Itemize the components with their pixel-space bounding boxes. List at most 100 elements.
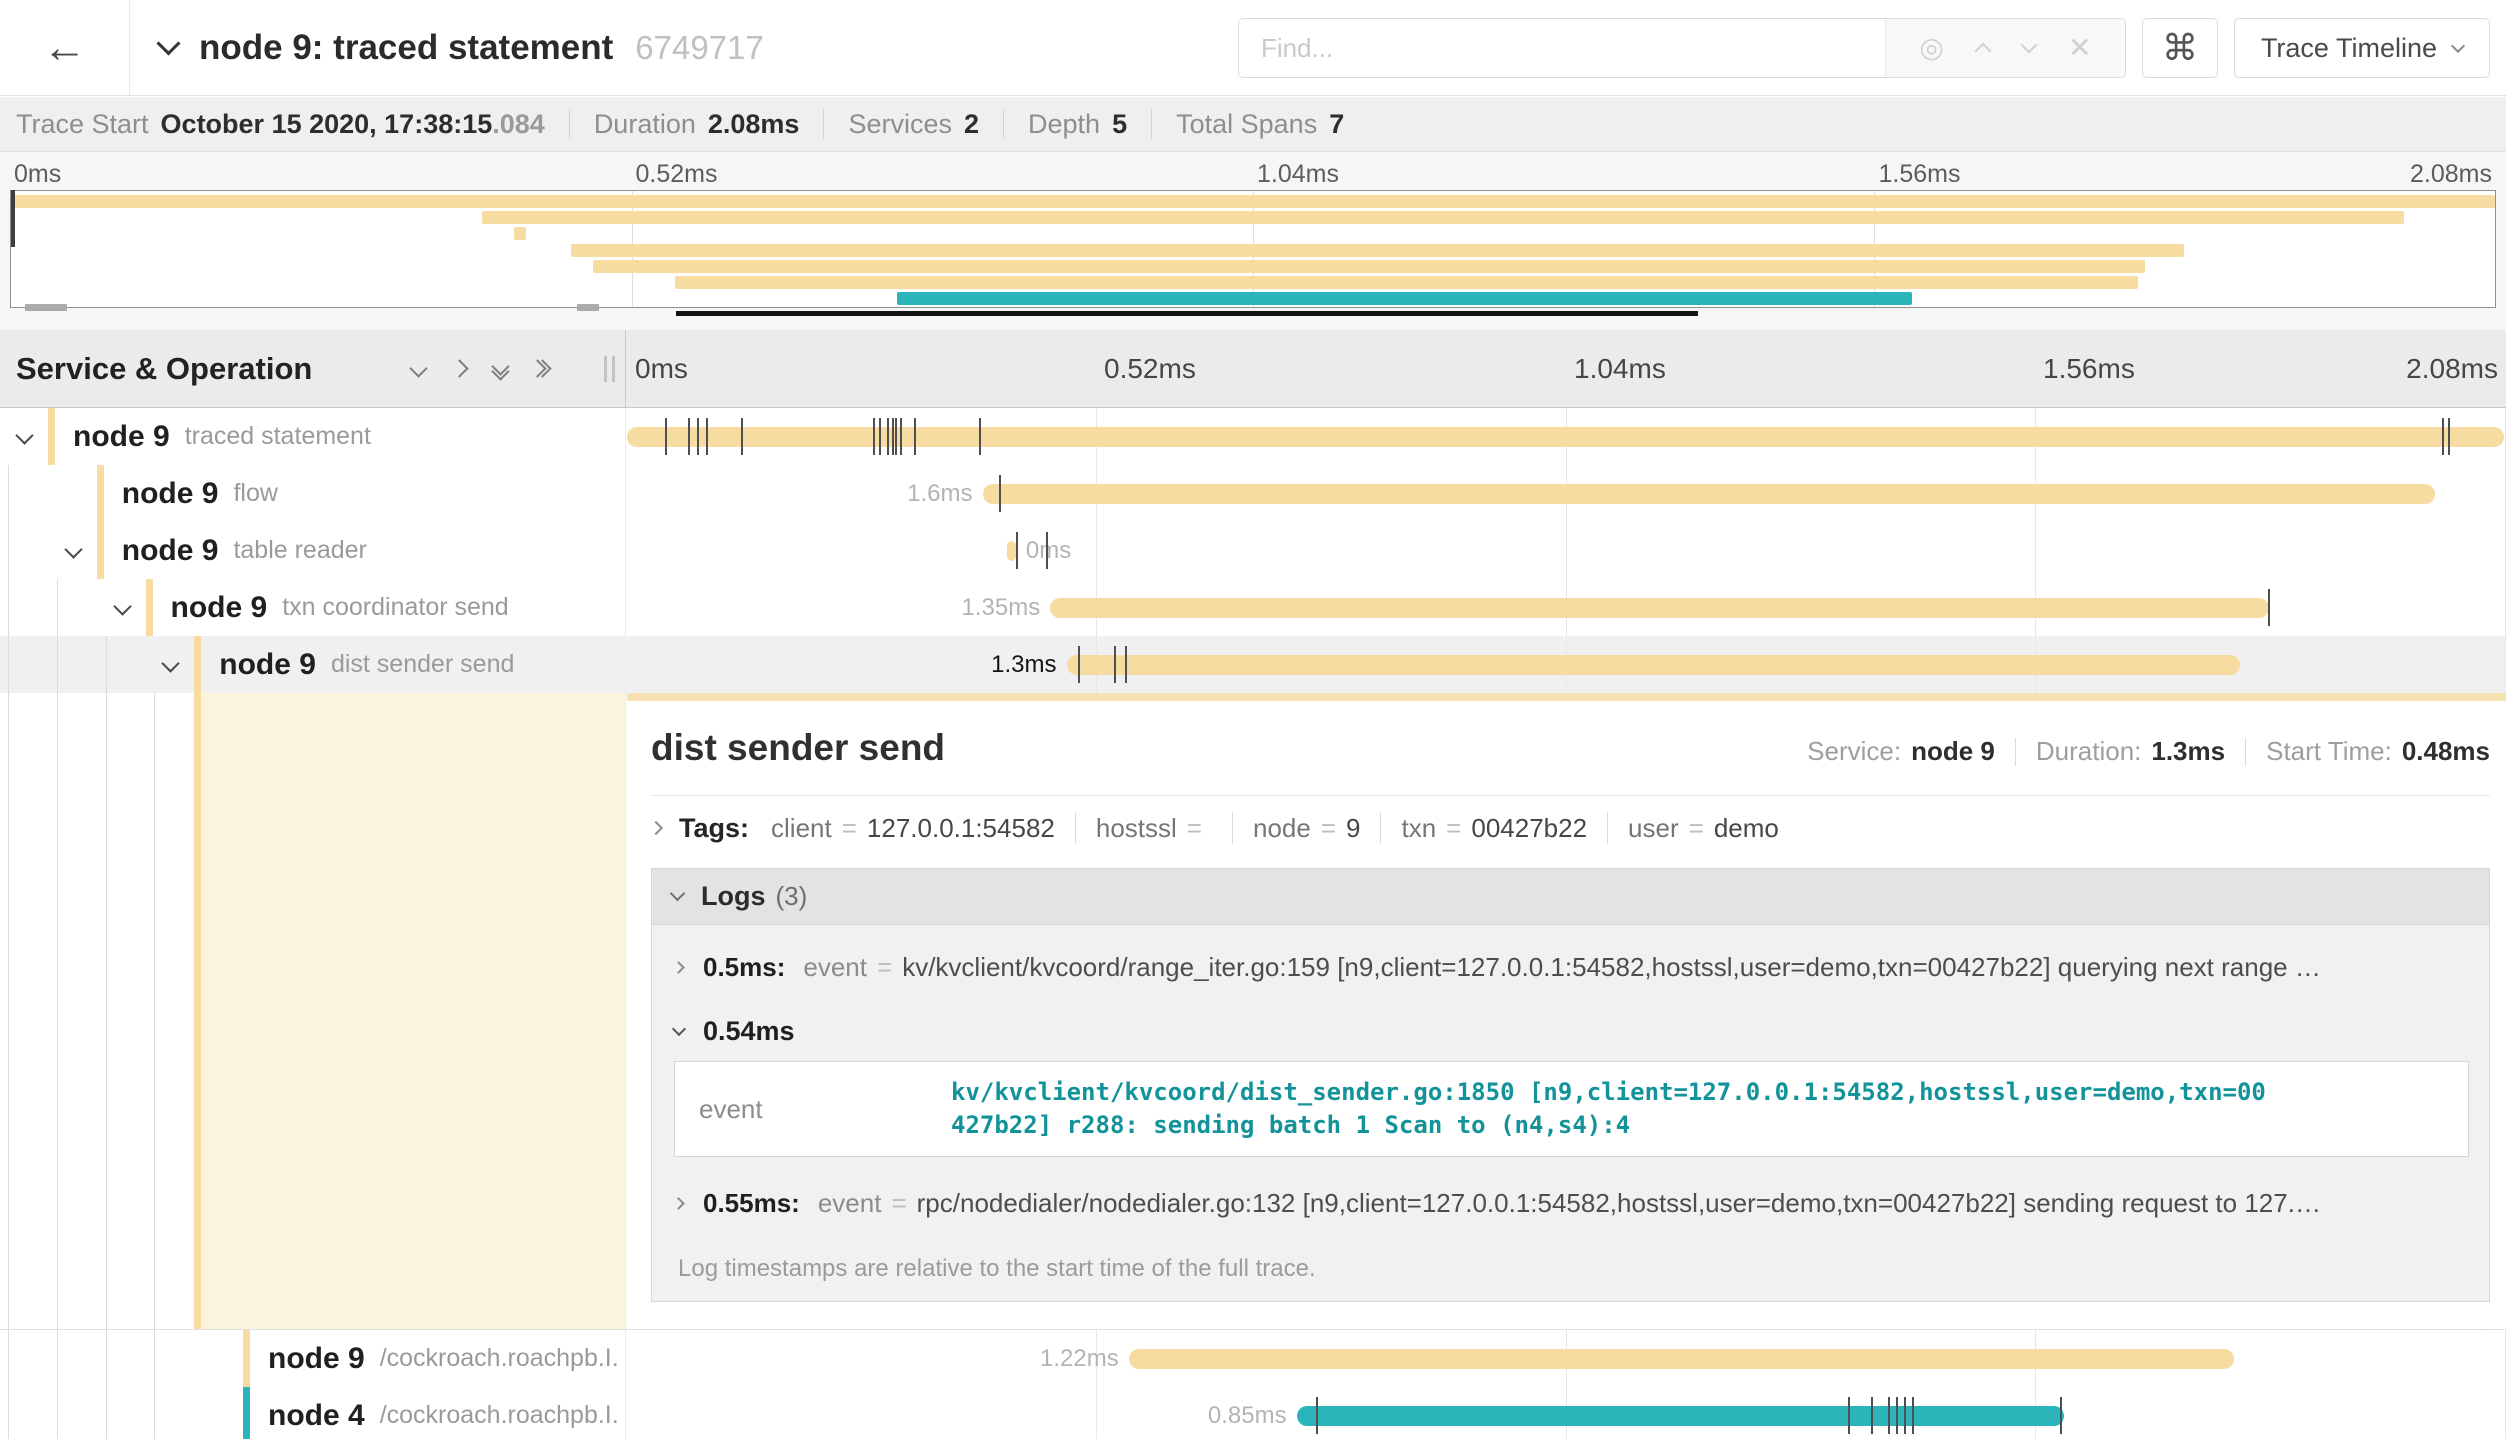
- minimap-tick-label: 1.56ms: [1879, 160, 1961, 189]
- span-log-marker-icon: [706, 418, 708, 455]
- span-log-marker-icon: [1125, 646, 1127, 683]
- span-name-cell[interactable]: node 9txn coordinator send: [0, 579, 626, 636]
- service-name: node 9: [171, 591, 268, 625]
- span-name-cell[interactable]: node 9traced statement: [0, 408, 626, 465]
- span-timeline-cell[interactable]: 1.3ms: [627, 636, 2506, 693]
- next-match-icon[interactable]: [2020, 37, 2037, 54]
- logs-header[interactable]: Logs (3): [652, 869, 2489, 925]
- clear-search-icon[interactable]: ✕: [2068, 34, 2091, 62]
- span-row[interactable]: node 9table reader0ms: [0, 522, 2506, 579]
- span-row[interactable]: node 9traced statement: [0, 408, 2506, 465]
- collapse-trace-chevron-icon[interactable]: [156, 31, 180, 55]
- tag-pill[interactable]: node=9: [1233, 812, 1382, 844]
- log-expand-chevron-icon[interactable]: [674, 1197, 685, 1210]
- service-name: node 9: [122, 534, 219, 568]
- span-bar[interactable]: [1129, 1349, 2234, 1369]
- tag-pill[interactable]: client=127.0.0.1:54582: [763, 812, 1076, 844]
- span-timeline-cell[interactable]: 0ms: [627, 522, 2506, 579]
- tag-pill[interactable]: hostssl=: [1076, 812, 1233, 844]
- timeline-gridline: [2035, 522, 2036, 579]
- span-toggle-chevron-icon[interactable]: [64, 540, 82, 558]
- log-entry-expanded-header[interactable]: 0.54ms: [674, 1003, 2469, 1059]
- log-entry[interactable]: 0.5ms:event=kv/kvclient/kvcoord/range_it…: [674, 931, 2469, 1003]
- match-target-icon[interactable]: ◎: [1919, 34, 1943, 62]
- span-name-cell[interactable]: node 9flow: [0, 465, 626, 522]
- log-expand-chevron-icon[interactable]: [674, 961, 685, 974]
- service-operation-label: Service & Operation: [16, 351, 312, 387]
- back-button[interactable]: ←: [0, 0, 130, 95]
- span-name-cell[interactable]: node 9dist sender send: [0, 636, 626, 693]
- keyboard-shortcuts-button[interactable]: ⌘: [2142, 18, 2218, 78]
- span-row[interactable]: node 9txn coordinator send1.35ms: [0, 579, 2506, 636]
- span-bar[interactable]: [1067, 655, 2240, 675]
- span-log-marker-icon: [1016, 532, 1018, 569]
- tag-pill[interactable]: txn=00427b22: [1381, 812, 1608, 844]
- span-toggle-chevron-icon[interactable]: [162, 654, 180, 672]
- minimap-handle[interactable]: [577, 304, 599, 311]
- span-timeline-cell[interactable]: 0.85ms: [627, 1387, 2506, 1439]
- tag-pill[interactable]: user=demo: [1608, 812, 1799, 844]
- span-name-cell[interactable]: node 9/cockroach.roachpb.I...: [0, 1330, 626, 1387]
- detail-meta-item: Duration:1.3ms: [2036, 736, 2225, 767]
- minimap-span-bar: [482, 211, 2405, 224]
- span-name-cell[interactable]: node 4/cockroach.roachpb.I...: [0, 1387, 626, 1439]
- view-type-dropdown[interactable]: Trace Timeline: [2234, 18, 2490, 78]
- span-row[interactable]: node 9/cockroach.roachpb.I...1.22ms: [0, 1330, 2506, 1387]
- minimap-handle[interactable]: [25, 304, 67, 311]
- minimap-span-bar: [675, 276, 2138, 289]
- prev-match-icon[interactable]: [1975, 43, 1992, 60]
- span-row[interactable]: node 9dist sender send1.3ms: [0, 636, 2506, 693]
- summary-value: October 15 2020, 17:38:15: [161, 109, 493, 140]
- span-row[interactable]: node 4/cockroach.roachpb.I...0.85ms: [0, 1387, 2506, 1439]
- span-log-marker-icon: [1316, 1397, 1318, 1434]
- span-bar[interactable]: [983, 484, 2436, 504]
- jaeger-trace-page: ← node 9: traced statement 6749717 ◎ ✕ ⌘…: [0, 0, 2506, 1439]
- span-log-marker-icon: [2268, 589, 2270, 626]
- find-input[interactable]: [1239, 19, 1885, 77]
- span-bar[interactable]: [1050, 598, 2269, 618]
- collapse-one-icon[interactable]: [409, 359, 427, 377]
- minimap-scroll-thumb[interactable]: [676, 311, 1698, 316]
- back-arrow-icon: ←: [43, 23, 87, 72]
- expand-all-icon[interactable]: [535, 362, 545, 375]
- operation-name: /cockroach.roachpb.I...: [380, 1344, 621, 1373]
- log-value-line: 427b22] r288: sending batch 1 Scan to (n…: [951, 1109, 2266, 1142]
- find-box: ◎ ✕: [1238, 18, 2126, 78]
- tag-equals: =: [1446, 813, 1461, 844]
- trace-id: 6749717: [635, 29, 763, 67]
- span-bar[interactable]: [1297, 1406, 2064, 1426]
- tag-equals: =: [1689, 813, 1704, 844]
- tags-row[interactable]: Tags: client=127.0.0.1:54582hostssl=node…: [651, 812, 2490, 844]
- detail-meta-item: Service:node 9: [1807, 736, 1995, 767]
- expand-one-icon[interactable]: [450, 359, 468, 377]
- tags-expand-chevron-icon[interactable]: [649, 821, 663, 835]
- summary-value: 2: [964, 109, 979, 140]
- span-timeline-cell[interactable]: 1.22ms: [627, 1330, 2506, 1387]
- tree-guide-line: [8, 522, 9, 579]
- span-timeline-cell[interactable]: 1.35ms: [627, 579, 2506, 636]
- span-toggle-chevron-icon[interactable]: [113, 597, 131, 615]
- span-name-cell[interactable]: node 9table reader: [0, 522, 626, 579]
- span-timeline-cell[interactable]: [627, 408, 2506, 465]
- span-toggle-chevron-icon[interactable]: [15, 426, 33, 444]
- span-log-marker-icon: [979, 418, 981, 455]
- span-log-marker-icon: [900, 418, 902, 455]
- log-timestamp: 0.5ms:: [703, 952, 785, 983]
- minimap-ruler: 0ms0.52ms1.04ms1.56ms2.08ms: [10, 160, 2496, 188]
- span-bar[interactable]: [627, 427, 2504, 447]
- minimap-canvas[interactable]: [10, 190, 2496, 308]
- column-resize-handle[interactable]: [604, 356, 615, 382]
- span-log-marker-icon: [665, 418, 667, 455]
- header-controls: ◎ ✕ ⌘ Trace Timeline: [1238, 18, 2490, 78]
- minimap-scrubber[interactable]: [11, 190, 15, 247]
- minimap-tick-label: 0.52ms: [636, 160, 718, 189]
- service-name: node 9: [219, 648, 316, 682]
- span-timeline-cell[interactable]: 1.6ms: [627, 465, 2506, 522]
- log-collapse-chevron-icon[interactable]: [672, 1021, 686, 1035]
- span-row[interactable]: node 9flow1.6ms: [0, 465, 2506, 522]
- collapse-controls: [412, 330, 545, 407]
- collapse-all-icon[interactable]: [494, 364, 507, 374]
- span-bar[interactable]: [1007, 541, 1016, 561]
- detail-meta-item: Start Time:0.48ms: [2266, 736, 2490, 767]
- log-entry[interactable]: 0.55ms:event=rpc/nodedialer/nodedialer.g…: [674, 1167, 2469, 1239]
